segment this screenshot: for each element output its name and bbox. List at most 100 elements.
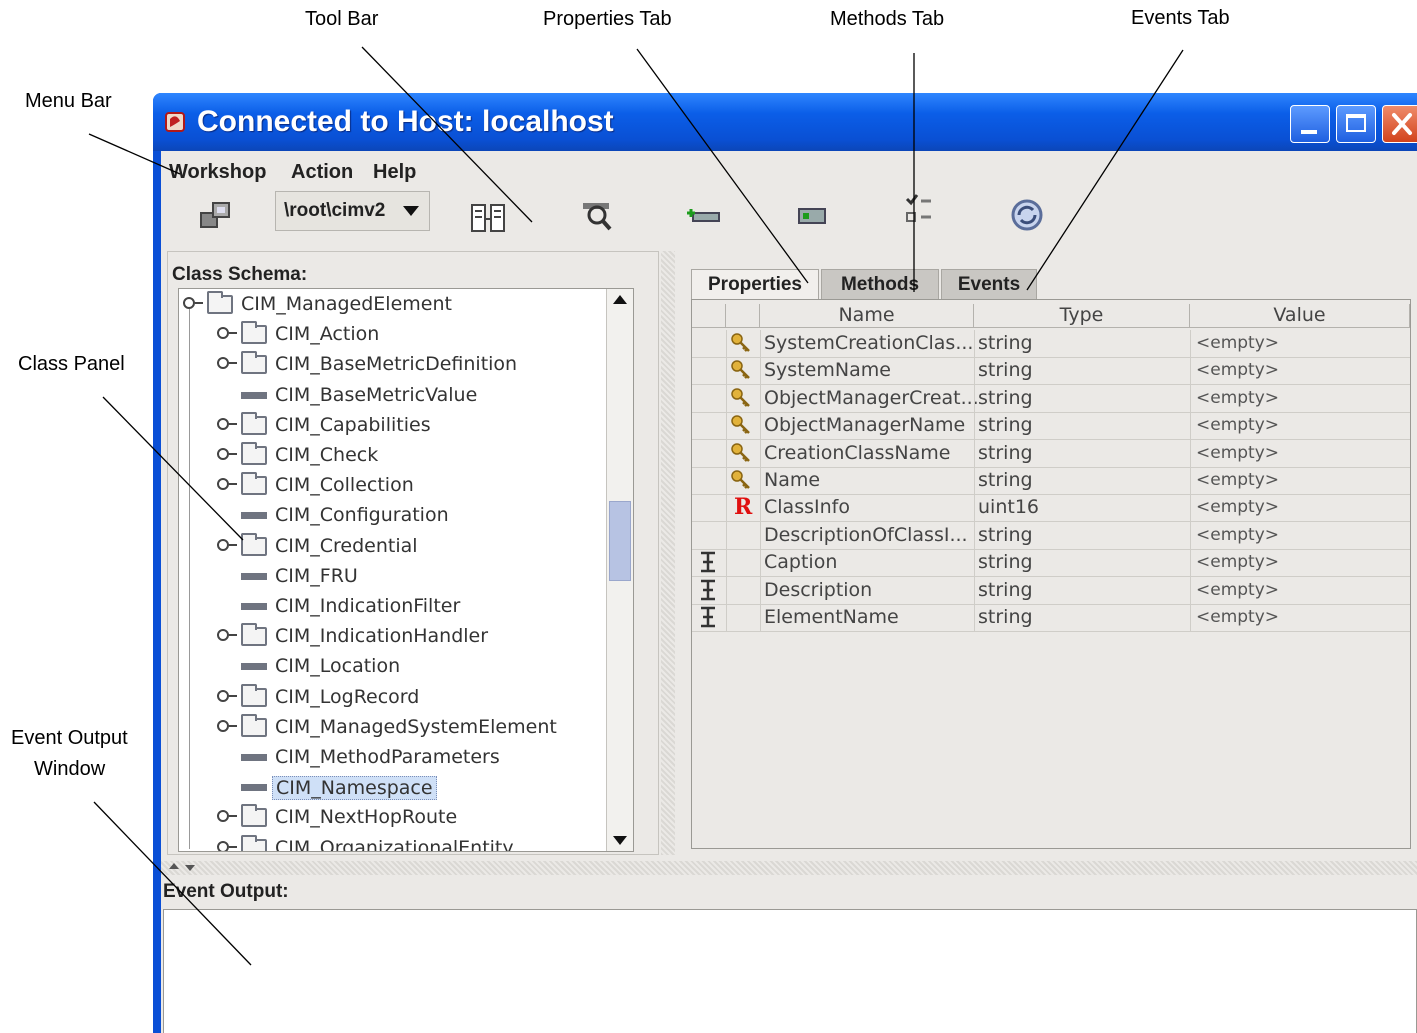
tab-properties[interactable]: Properties: [691, 269, 819, 299]
window-title: Connected to Host: localhost: [197, 105, 614, 138]
expand-toggle-icon[interactable]: [217, 689, 237, 702]
tree-item[interactable]: CIM_Credential: [179, 532, 607, 561]
cell-value[interactable]: <empty>: [1196, 443, 1279, 463]
class-tree[interactable]: CIM_ManagedElement CIM_Action CIM_BaseMetr…: [178, 288, 634, 852]
cell-type: string: [978, 386, 1033, 409]
menu-help[interactable]: Help: [373, 161, 416, 184]
expand-toggle-icon[interactable]: [217, 538, 237, 551]
table-row[interactable]: Caption string <empty>: [692, 549, 1410, 578]
tree-scrollbar[interactable]: [606, 289, 633, 851]
close-button[interactable]: [1382, 105, 1417, 143]
tree-item[interactable]: CIM_Location: [179, 653, 607, 681]
cell-value[interactable]: <empty>: [1196, 415, 1279, 435]
cell-value[interactable]: <empty>: [1196, 333, 1279, 353]
expand-toggle-icon[interactable]: [217, 357, 237, 370]
maximize-button[interactable]: [1336, 105, 1376, 143]
menu-action[interactable]: Action: [291, 161, 353, 184]
column-divider: [726, 467, 727, 494]
column-divider: [974, 384, 975, 412]
folder-icon: [241, 351, 267, 375]
tree-item[interactable]: CIM_BaseMetricDefinition: [179, 351, 607, 379]
tree-item[interactable]: CIM_Action: [179, 321, 607, 349]
minimize-icon: [1301, 130, 1317, 134]
expand-toggle-icon[interactable]: [217, 327, 237, 340]
add-icon[interactable]: [683, 197, 723, 237]
table-row[interactable]: SystemName string <empty>: [692, 357, 1410, 386]
cell-value[interactable]: <empty>: [1196, 360, 1279, 380]
tree-item[interactable]: CIM_ManagedSystemElement: [179, 713, 607, 742]
tree-item[interactable]: CIM_NextHopRoute: [179, 804, 607, 832]
refresh-icon[interactable]: [1007, 197, 1047, 237]
cell-value[interactable]: <empty>: [1196, 552, 1279, 572]
namespace-dropdown[interactable]: \root\cimv2: [275, 191, 430, 231]
cell-value[interactable]: <empty>: [1196, 388, 1279, 408]
table-row[interactable]: SystemCreationClas... string <empty>: [692, 330, 1410, 358]
vertical-splitter[interactable]: [661, 251, 675, 855]
tree-item[interactable]: CIM_Namespace: [179, 774, 607, 802]
horizontal-splitter[interactable]: [161, 861, 1417, 875]
cell-value[interactable]: <empty>: [1196, 497, 1279, 517]
tree-item[interactable]: CIM_Check: [179, 442, 607, 470]
expand-toggle-icon[interactable]: [217, 629, 237, 642]
tree-item[interactable]: CIM_ManagedElement: [179, 291, 607, 319]
expand-toggle-icon[interactable]: [217, 417, 237, 430]
table-row[interactable]: CreationClassName string <empty>: [692, 439, 1410, 468]
expand-toggle-icon[interactable]: [217, 448, 237, 460]
tree-item[interactable]: CIM_Configuration: [179, 502, 607, 530]
key-icon: [731, 442, 750, 462]
event-output-area[interactable]: [163, 909, 1417, 1033]
close-icon: [1392, 113, 1412, 135]
tree-item-label: CIM_Configuration: [275, 504, 449, 527]
table-row[interactable]: Name string <empty>: [692, 467, 1410, 495]
connect-icon[interactable]: [197, 197, 237, 237]
scroll-up-icon[interactable]: [613, 295, 627, 304]
tree-item[interactable]: CIM_BaseMetricValue: [179, 382, 607, 410]
tree-item[interactable]: CIM_FRU: [179, 563, 607, 591]
tree-item[interactable]: CIM_IndicationHandler: [179, 623, 607, 651]
expand-toggle-icon[interactable]: [217, 478, 237, 491]
collapse-down-icon[interactable]: [185, 865, 195, 871]
tab-methods[interactable]: Methods: [821, 269, 939, 299]
table-row[interactable]: R ClassInfo uint16 <empty>: [692, 494, 1410, 523]
cell-name: DescriptionOfClassI...: [764, 523, 968, 546]
folder-icon: [241, 713, 267, 737]
tree-item[interactable]: CIM_MethodParameters: [179, 744, 607, 772]
class-view-icon[interactable]: [469, 199, 509, 239]
cell-value[interactable]: <empty>: [1196, 580, 1279, 600]
tree-item[interactable]: CIM_OrganizationalEntity: [179, 834, 607, 851]
table-row[interactable]: ObjectManagerName string <empty>: [692, 412, 1410, 441]
tree-item-label: CIM_BaseMetricDefinition: [275, 353, 518, 376]
table-row[interactable]: Description string <empty>: [692, 576, 1410, 605]
scroll-thumb[interactable]: [609, 501, 631, 581]
expand-toggle-icon[interactable]: [183, 297, 203, 309]
menu-workshop[interactable]: Workshop: [169, 161, 266, 184]
cell-value[interactable]: <empty>: [1196, 607, 1279, 627]
cell-value[interactable]: <empty>: [1196, 525, 1279, 545]
expand-toggle-icon[interactable]: [217, 719, 237, 732]
cell-value[interactable]: <empty>: [1196, 470, 1279, 490]
header-name[interactable]: Name: [760, 304, 974, 328]
expand-toggle-icon[interactable]: [217, 840, 237, 851]
table-row[interactable]: ObjectManagerCreat... string <empty>: [692, 384, 1410, 413]
column-divider: [760, 330, 761, 357]
checklist-icon[interactable]: [901, 191, 941, 231]
column-divider: [760, 467, 761, 494]
tab-events[interactable]: Events: [941, 269, 1037, 299]
column-divider: [760, 412, 761, 440]
collapse-up-icon[interactable]: [169, 863, 179, 869]
header-type[interactable]: Type: [974, 304, 1190, 328]
tree-connector: [189, 309, 190, 849]
minimize-button[interactable]: [1290, 105, 1330, 143]
table-row[interactable]: ElementName string <empty>: [692, 604, 1410, 632]
tree-item[interactable]: CIM_Capabilities: [179, 411, 607, 440]
search-icon[interactable]: [579, 197, 619, 237]
instance-icon[interactable]: [791, 197, 831, 237]
scroll-down-icon[interactable]: [613, 836, 627, 845]
tree-item[interactable]: CIM_LogRecord: [179, 683, 607, 712]
expand-toggle-icon[interactable]: [217, 810, 237, 823]
tree-item[interactable]: CIM_IndicationFilter: [179, 593, 607, 621]
tree-item[interactable]: CIM_Collection: [179, 472, 607, 500]
title-bar[interactable]: Connected to Host: localhost: [153, 93, 1417, 151]
table-row[interactable]: DescriptionOfClassI... string <empty>: [692, 521, 1410, 550]
header-value[interactable]: Value: [1190, 304, 1410, 328]
